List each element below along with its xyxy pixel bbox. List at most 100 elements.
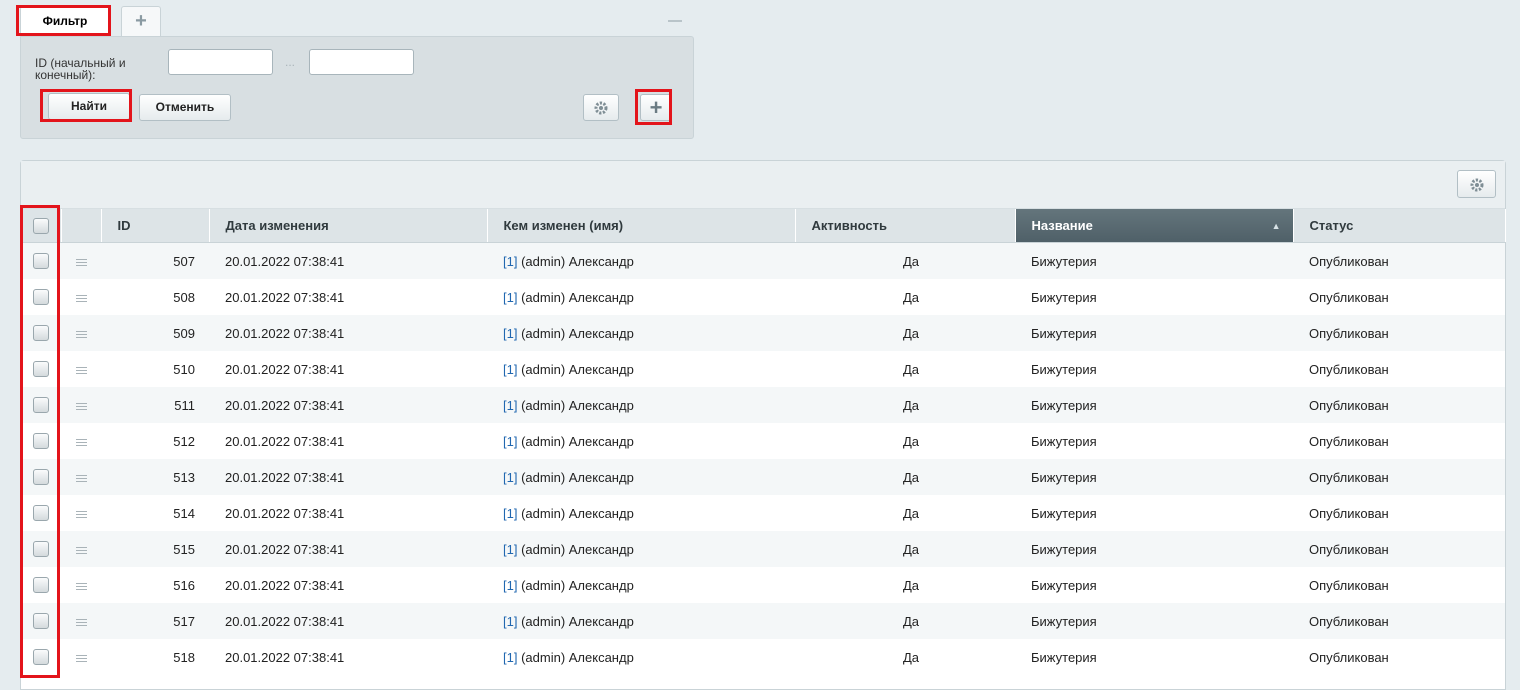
- row-checkbox[interactable]: [33, 397, 49, 414]
- hamburger-icon[interactable]: [75, 257, 87, 268]
- row-checkbox[interactable]: [33, 361, 49, 378]
- id-to-input[interactable]: [309, 49, 414, 75]
- row-checkbox[interactable]: [33, 541, 49, 558]
- cancel-button[interactable]: Отменить: [139, 94, 231, 121]
- row-checkbox-cell[interactable]: [21, 279, 61, 315]
- column-header-modified-by[interactable]: Кем изменен (имя): [487, 209, 796, 243]
- cell-modified-by: [1] (admin) Александр: [487, 495, 795, 531]
- add-filter-field-button[interactable]: +: [640, 94, 672, 121]
- row-actions-cell[interactable]: [61, 351, 101, 387]
- table-row[interactable]: 516 20.01.2022 07:38:41 [1] (admin) Алекса…: [21, 567, 1505, 603]
- user-id-link[interactable]: [1]: [503, 506, 517, 521]
- select-all-checkbox-cell[interactable]: [21, 209, 62, 243]
- user-id-link[interactable]: [1]: [503, 650, 517, 665]
- user-id-link[interactable]: [1]: [503, 290, 517, 305]
- hamburger-icon[interactable]: [75, 653, 87, 664]
- user-name: (admin) Александр: [517, 613, 634, 629]
- hamburger-icon[interactable]: [75, 365, 87, 376]
- row-checkbox-cell[interactable]: [21, 495, 61, 531]
- hamburger-icon[interactable]: [75, 545, 87, 556]
- row-actions-cell[interactable]: [61, 387, 101, 423]
- column-header-date[interactable]: Дата изменения: [209, 209, 488, 243]
- user-id-link[interactable]: [1]: [503, 398, 517, 413]
- row-checkbox-cell[interactable]: [21, 459, 61, 495]
- table-row[interactable]: 512 20.01.2022 07:38:41 [1] (admin) Алекса…: [21, 423, 1505, 459]
- column-header-id[interactable]: ID: [101, 209, 210, 243]
- row-actions-cell[interactable]: [61, 567, 101, 603]
- row-checkbox[interactable]: [33, 433, 49, 450]
- user-id-link[interactable]: [1]: [503, 362, 517, 377]
- find-button[interactable]: Найти: [48, 93, 130, 120]
- user-id-link[interactable]: [1]: [503, 614, 517, 629]
- row-checkbox-cell[interactable]: [21, 423, 61, 459]
- row-checkbox[interactable]: [33, 469, 49, 486]
- table-row[interactable]: 515 20.01.2022 07:38:41 [1] (admin) Алекса…: [21, 531, 1505, 567]
- collapse-filter-button[interactable]: [668, 13, 686, 27]
- row-actions-cell[interactable]: [61, 279, 101, 315]
- select-all-checkbox[interactable]: [32, 217, 49, 234]
- row-checkbox[interactable]: [33, 649, 49, 666]
- row-actions-cell[interactable]: [61, 639, 101, 675]
- row-checkbox[interactable]: [33, 505, 49, 522]
- row-checkbox-cell[interactable]: [21, 351, 61, 387]
- user-id-link[interactable]: [1]: [503, 470, 517, 485]
- row-checkbox[interactable]: [33, 325, 49, 342]
- id-from-input[interactable]: [168, 49, 273, 75]
- cell-id: 511: [101, 387, 209, 423]
- user-id-link[interactable]: [1]: [503, 578, 517, 593]
- table-row[interactable]: 510 20.01.2022 07:38:41 [1] (admin) Алекса…: [21, 351, 1505, 387]
- user-name: (admin) Александр: [517, 649, 634, 665]
- hamburger-icon[interactable]: [75, 437, 87, 448]
- row-actions-cell[interactable]: [61, 423, 101, 459]
- row-checkbox[interactable]: [33, 577, 49, 594]
- row-checkbox-cell[interactable]: [21, 531, 61, 567]
- column-header-status[interactable]: Статус: [1293, 209, 1506, 243]
- row-actions-cell[interactable]: [61, 495, 101, 531]
- hamburger-icon[interactable]: [75, 401, 87, 412]
- user-id-link[interactable]: [1]: [503, 542, 517, 557]
- row-actions-cell[interactable]: [61, 531, 101, 567]
- table-row[interactable]: 508 20.01.2022 07:38:41 [1] (admin) Алекса…: [21, 279, 1505, 315]
- hamburger-icon[interactable]: [75, 329, 87, 340]
- cell-date: 20.01.2022 07:38:41: [209, 495, 487, 531]
- filter-settings-button[interactable]: [583, 94, 619, 121]
- column-header-active[interactable]: Активность: [795, 209, 1016, 243]
- hamburger-icon[interactable]: [75, 473, 87, 484]
- user-name: (admin) Александр: [517, 325, 634, 341]
- row-checkbox-cell[interactable]: [21, 242, 61, 279]
- cell-name: Бижутерия: [1015, 423, 1293, 459]
- cell-date: 20.01.2022 07:38:41: [209, 567, 487, 603]
- table-row[interactable]: 509 20.01.2022 07:38:41 [1] (admin) Алекса…: [21, 315, 1505, 351]
- hamburger-icon[interactable]: [75, 581, 87, 592]
- add-filter-tab-button[interactable]: +: [121, 6, 161, 36]
- cell-status: Опубликован: [1293, 495, 1505, 531]
- row-checkbox-cell[interactable]: [21, 387, 61, 423]
- row-checkbox[interactable]: [33, 289, 49, 306]
- row-checkbox-cell[interactable]: [21, 603, 61, 639]
- row-checkbox-cell[interactable]: [21, 639, 61, 675]
- table-row[interactable]: 513 20.01.2022 07:38:41 [1] (admin) Алекса…: [21, 459, 1505, 495]
- hamburger-icon[interactable]: [75, 293, 87, 304]
- row-actions-cell[interactable]: [61, 459, 101, 495]
- table-row[interactable]: 518 20.01.2022 07:38:41 [1] (admin) Алекса…: [21, 639, 1505, 675]
- row-checkbox[interactable]: [33, 253, 49, 270]
- user-id-link[interactable]: [1]: [503, 254, 517, 269]
- row-actions-cell[interactable]: [61, 603, 101, 639]
- row-actions-cell[interactable]: [61, 242, 101, 279]
- grid-settings-button[interactable]: [1457, 170, 1496, 198]
- row-actions-cell[interactable]: [61, 315, 101, 351]
- hamburger-icon[interactable]: [75, 509, 87, 520]
- user-id-link[interactable]: [1]: [503, 326, 517, 341]
- user-id-link[interactable]: [1]: [503, 434, 517, 449]
- table-row[interactable]: 511 20.01.2022 07:38:41 [1] (admin) Алекса…: [21, 387, 1505, 423]
- row-checkbox[interactable]: [33, 613, 49, 630]
- table-row[interactable]: 507 20.01.2022 07:38:41 [1] (admin) Алекса…: [21, 242, 1505, 279]
- hamburger-icon[interactable]: [75, 617, 87, 628]
- table-row[interactable]: 517 20.01.2022 07:38:41 [1] (admin) Алекса…: [21, 603, 1505, 639]
- row-checkbox-cell[interactable]: [21, 315, 61, 351]
- column-header-name[interactable]: Название ▲: [1015, 209, 1294, 243]
- table-row[interactable]: 514 20.01.2022 07:38:41 [1] (admin) Алекса…: [21, 495, 1505, 531]
- cell-id: 518: [101, 639, 209, 675]
- row-checkbox-cell[interactable]: [21, 567, 61, 603]
- tab-filter[interactable]: Фильтр: [20, 6, 110, 36]
